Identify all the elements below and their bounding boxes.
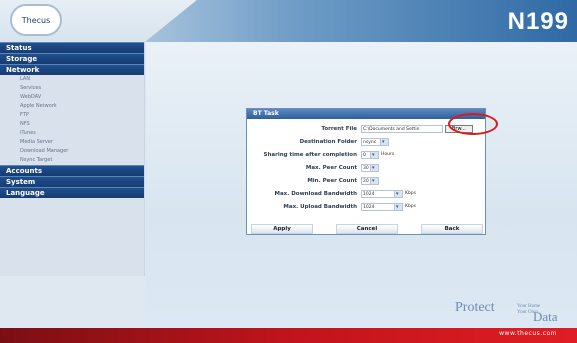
brand-word-data: Data	[533, 309, 558, 324]
min-peer-label: Min. Peer Count	[307, 177, 357, 184]
max-peer-label: Max. Peer Count	[305, 164, 357, 171]
nav-sub-services[interactable]: Services	[0, 84, 144, 93]
max-download-select[interactable]: 1024	[361, 189, 403, 198]
destination-folder-label: Destination Folder	[299, 138, 357, 145]
thecus-logo: Thecus	[10, 4, 62, 36]
nav-item-system[interactable]: System	[0, 176, 144, 187]
model-name: N199	[507, 8, 569, 35]
panel-buttons: Apply Cancel Back	[251, 224, 483, 234]
nav-item-language[interactable]: Language	[0, 187, 144, 198]
nav-item-network[interactable]: Network	[0, 64, 144, 75]
nav-sub-ftp[interactable]: FTP	[0, 111, 144, 120]
nav-item-storage[interactable]: Storage	[0, 53, 144, 64]
nav-item-status[interactable]: Status	[0, 42, 144, 53]
chevron-down-icon	[394, 190, 402, 198]
chevron-down-icon	[394, 203, 402, 211]
row-sharing-time: Sharing time after completion 0 Hours	[247, 149, 487, 160]
chevron-down-icon	[370, 164, 378, 172]
max-peer-select[interactable]: 30	[361, 163, 379, 172]
nav-sub-media-server[interactable]: Media Server	[0, 138, 144, 147]
min-peer-value: 20	[363, 178, 369, 184]
max-upload-select[interactable]: 1024	[361, 202, 403, 211]
nav-sub-nfs[interactable]: NFS	[0, 120, 144, 129]
sharing-time-value: 0	[363, 152, 366, 158]
nav-sub-itunes[interactable]: iTunes	[0, 129, 144, 138]
sidebar: Status Storage Network LAN Services WebD…	[0, 42, 145, 276]
max-download-unit: Kbps	[405, 191, 417, 196]
row-max-upload: Max. Upload Bandwidth 1024 Kbps	[247, 201, 487, 212]
torrent-file-input[interactable]: C:\Documents and Settin	[361, 124, 443, 133]
max-upload-label: Max. Upload Bandwidth	[283, 203, 357, 210]
nav-sub-download-manager[interactable]: Download Manager	[0, 147, 144, 156]
destination-folder-select[interactable]: nsync	[361, 137, 389, 146]
panel-title: BT Task	[247, 109, 485, 119]
cancel-button[interactable]: Cancel	[336, 224, 398, 234]
sharing-time-unit: Hours	[381, 152, 395, 157]
red-highlight-circle	[448, 113, 498, 135]
top-header: Thecus N199	[0, 0, 577, 42]
row-destination-folder: Destination Folder nsync	[247, 136, 487, 147]
nav-item-accounts[interactable]: Accounts	[0, 165, 144, 176]
back-button[interactable]: Back	[421, 224, 483, 234]
row-max-peer: Max. Peer Count 30	[247, 162, 487, 173]
max-download-label: Max. Download Bandwidth	[274, 190, 357, 197]
max-peer-value: 30	[363, 165, 369, 171]
nav-sub-webdav[interactable]: WebDAV	[0, 93, 144, 102]
footer-bar: www.thecus.com	[0, 328, 577, 343]
row-min-peer: Min. Peer Count 20	[247, 175, 487, 186]
nav-sub-nsync-target[interactable]: Nsync Target	[0, 156, 144, 165]
brand-word-protect: Protect	[455, 300, 495, 315]
footer-url: www.thecus.com	[499, 330, 557, 337]
nav-sub-apple-network[interactable]: Apple Network	[0, 102, 144, 111]
torrent-file-label: Torrent File	[321, 125, 357, 132]
apply-button[interactable]: Apply	[251, 224, 313, 234]
nav-sub-lan[interactable]: LAN	[0, 75, 144, 84]
chevron-down-icon	[380, 138, 388, 146]
destination-folder-value: nsync	[363, 139, 377, 145]
min-peer-select[interactable]: 20	[361, 176, 379, 185]
protect-your-data-branding: Protect Your Home Your Own Data	[455, 300, 565, 326]
chevron-down-icon	[370, 151, 378, 159]
max-download-value: 1024	[363, 191, 375, 197]
chevron-down-icon	[370, 177, 378, 185]
sharing-time-label: Sharing time after completion	[263, 151, 357, 158]
max-upload-value: 1024	[363, 204, 375, 210]
max-upload-unit: Kbps	[405, 204, 417, 209]
row-max-download: Max. Download Bandwidth 1024 Kbps	[247, 188, 487, 199]
sharing-time-select[interactable]: 0	[361, 150, 379, 159]
